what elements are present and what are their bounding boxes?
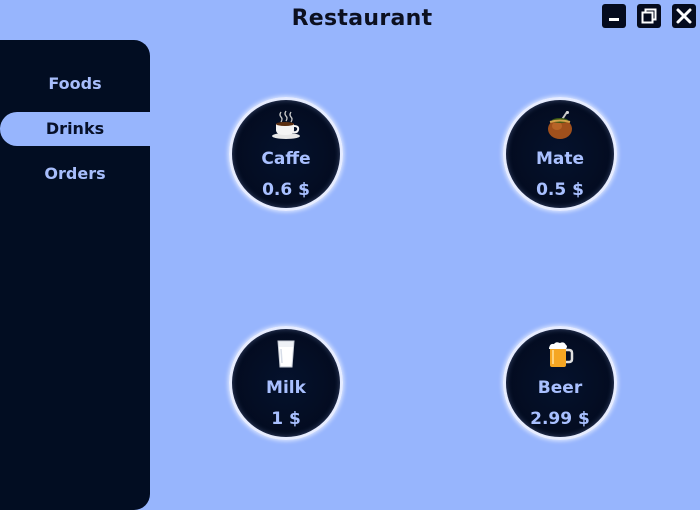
coffee-cup-icon: [232, 110, 340, 140]
drink-name: Beer: [537, 378, 583, 398]
drink-card-caffe[interactable]: Caffe 0.6 $: [229, 97, 343, 211]
drink-price: 0.6 $: [262, 180, 310, 200]
close-icon: [676, 8, 692, 24]
drink-price: 0.5 $: [536, 180, 584, 200]
drink-price: 2.99 $: [530, 409, 590, 429]
sidebar-item-orders[interactable]: Orders: [0, 157, 150, 191]
sidebar-item-foods[interactable]: Foods: [0, 67, 150, 101]
app-title: Restaurant: [291, 6, 433, 31]
drink-name: Caffe: [261, 149, 311, 169]
beer-mug-icon: [506, 339, 614, 369]
drink-name: Milk: [266, 378, 306, 398]
drink-card-beer[interactable]: Beer 2.99 $: [503, 326, 617, 440]
milk-glass-icon: [232, 339, 340, 369]
restore-icon: [641, 8, 657, 24]
drink-card-milk[interactable]: Milk 1 $: [229, 326, 343, 440]
drink-card-mate[interactable]: Mate 0.5 $: [503, 97, 617, 211]
drink-name: Mate: [535, 149, 585, 169]
mate-gourd-icon: [506, 110, 614, 140]
minimize-button[interactable]: [602, 4, 626, 28]
close-button[interactable]: [672, 4, 696, 28]
drink-price: 1 $: [271, 409, 301, 429]
minimize-icon: [609, 18, 619, 21]
sidebar: Foods Drinks Orders: [0, 40, 150, 510]
sidebar-item-drinks[interactable]: Drinks: [0, 112, 150, 146]
maximize-button[interactable]: [637, 4, 661, 28]
